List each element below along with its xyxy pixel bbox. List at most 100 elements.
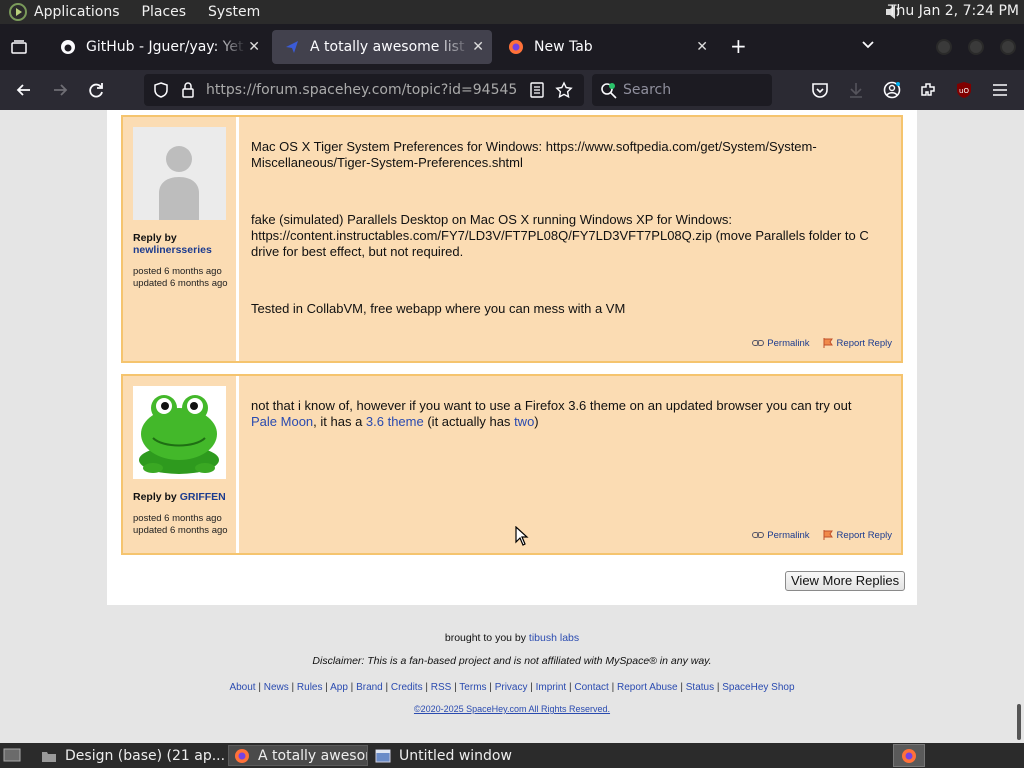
- bookmark-star-icon[interactable]: [555, 81, 573, 99]
- chevron-down-icon[interactable]: [861, 38, 875, 52]
- reply-timestamps: posted 6 months ago updated 6 months ago: [133, 513, 229, 536]
- extensions-icon[interactable]: [918, 80, 938, 100]
- download-icon[interactable]: [846, 80, 866, 100]
- tab-overview-icon[interactable]: [10, 38, 28, 56]
- tab-github[interactable]: GitHub - Jguer/yay: Yet another Yogurt ✕: [48, 30, 268, 64]
- permalink-link[interactable]: Permalink: [752, 529, 810, 541]
- menu-applications[interactable]: Applications: [34, 4, 120, 20]
- reply-text: not that i know of, however if you want …: [251, 398, 852, 413]
- shield-icon[interactable]: [152, 81, 170, 99]
- url-text[interactable]: https://forum.spacehey.com/topic?id=9454…: [206, 82, 516, 98]
- taskbar-item-untitled-window[interactable]: Untitled window: [370, 745, 530, 766]
- taskbar-item-label: A totally awesome li...: [258, 747, 367, 764]
- footer-link-shop[interactable]: SpaceHey Shop: [722, 682, 794, 693]
- reply-author-panel: Reply by newlinersseries posted 6 months…: [123, 117, 239, 361]
- show-desktop-icon[interactable]: [3, 747, 21, 763]
- menu-places[interactable]: Places: [142, 4, 187, 20]
- copyright: ©2020-2025 SpaceHey.com All Rights Reser…: [0, 704, 1024, 714]
- page-footer: brought to you by tibush labs Disclaimer…: [0, 632, 1024, 714]
- footer-link-brand[interactable]: Brand: [356, 682, 383, 693]
- spacehey-icon: [286, 41, 298, 53]
- footer-link-privacy[interactable]: Privacy: [495, 682, 528, 693]
- link-icon: [752, 340, 765, 346]
- report-reply-link[interactable]: Report Reply: [822, 337, 892, 349]
- reply-actions: Permalink Report Reply: [752, 337, 892, 349]
- posted-time: posted 6 months ago: [133, 513, 222, 524]
- search-icon: [601, 83, 617, 99]
- forward-icon[interactable]: [50, 80, 70, 100]
- tab-title: New Tab: [534, 39, 593, 55]
- window-icon: [375, 749, 391, 762]
- ublock-origin-icon[interactable]: uO: [954, 80, 974, 100]
- distro-logo-icon[interactable]: [9, 3, 27, 21]
- report-flag-icon: [823, 338, 833, 348]
- updated-time: updated 6 months ago: [133, 524, 228, 536]
- author-link[interactable]: newlinersseries: [133, 244, 212, 256]
- reply-by-label: Reply by: [133, 232, 177, 244]
- footer-link-rss[interactable]: RSS: [431, 682, 452, 693]
- new-tab-button[interactable]: +: [730, 36, 747, 56]
- hamburger-menu-icon[interactable]: [990, 80, 1010, 100]
- url-bar[interactable]: https://forum.spacehey.com/topic?id=9454…: [144, 74, 584, 106]
- reload-icon[interactable]: [86, 80, 106, 100]
- tibush-labs-link[interactable]: tibush labs: [529, 632, 579, 644]
- back-icon[interactable]: [14, 80, 34, 100]
- mouse-cursor-icon: [515, 526, 529, 546]
- disclaimer: Disclaimer: This is a fan-based project …: [312, 655, 712, 667]
- reply-paragraph: not that i know of, however if you want …: [251, 398, 881, 430]
- footer-link-imprint[interactable]: Imprint: [536, 682, 567, 693]
- minimize-window-button[interactable]: [936, 39, 952, 55]
- web-page-viewport[interactable]: Reply by newlinersseries posted 6 months…: [0, 110, 1024, 743]
- reply-text: (it actually has: [423, 414, 515, 429]
- firefox-icon: [509, 40, 523, 54]
- lock-icon[interactable]: [180, 81, 196, 99]
- footer-link-status[interactable]: Status: [686, 682, 714, 693]
- footer-link-report-abuse[interactable]: Report Abuse: [617, 682, 678, 693]
- replies-container: Reply by newlinersseries posted 6 months…: [107, 110, 917, 605]
- author-link[interactable]: GRIFFEN: [180, 491, 226, 503]
- footer-link-terms[interactable]: Terms: [459, 682, 486, 693]
- avatar[interactable]: [133, 127, 226, 220]
- footer-link-app[interactable]: App: [330, 682, 348, 693]
- footer-link-contact[interactable]: Contact: [574, 682, 608, 693]
- page-scrollbar[interactable]: [1017, 704, 1021, 740]
- taskbar-item-firefox[interactable]: A totally awesome li...: [228, 745, 368, 766]
- avatar[interactable]: [133, 386, 226, 479]
- tab-new-tab[interactable]: New Tab ✕: [496, 30, 716, 64]
- reply-text: ): [534, 414, 539, 429]
- pocket-icon[interactable]: [810, 80, 830, 100]
- credits-line: brought to you by tibush labs: [0, 632, 1024, 644]
- workspace-switcher[interactable]: [893, 744, 925, 767]
- menu-system[interactable]: System: [208, 4, 260, 20]
- pale-moon-link[interactable]: Pale Moon: [251, 414, 313, 429]
- system-top-panel: Applications Places System Thu Jan 2, 7:…: [0, 0, 1024, 24]
- report-flag-icon: [823, 530, 833, 540]
- view-more-replies-button[interactable]: View More Replies: [785, 571, 906, 591]
- close-tab-icon[interactable]: ✕: [472, 39, 484, 55]
- folder-icon: [42, 751, 56, 762]
- taskbar-item-file-manager[interactable]: Design (base) (21 ap...: [36, 745, 226, 766]
- reader-view-icon[interactable]: [530, 82, 544, 98]
- link-icon: [752, 532, 765, 538]
- clock[interactable]: Thu Jan 2, 7:24 PM: [888, 3, 1019, 19]
- footer-link-credits[interactable]: Credits: [391, 682, 423, 693]
- footer-link-news[interactable]: News: [264, 682, 289, 693]
- two-link[interactable]: two: [514, 414, 534, 429]
- reply-text: , it has a: [313, 414, 366, 429]
- tab-spacehey[interactable]: A totally awesome list of "old" ✕: [272, 30, 492, 64]
- account-icon[interactable]: [882, 80, 902, 100]
- footer-link-about[interactable]: About: [229, 682, 255, 693]
- close-tab-icon[interactable]: ✕: [696, 39, 708, 55]
- close-window-button[interactable]: [1000, 39, 1016, 55]
- search-box[interactable]: Search: [592, 74, 772, 106]
- footer-link-rules[interactable]: Rules: [297, 682, 323, 693]
- reply-author-panel: Reply by GRIFFEN posted 6 months ago upd…: [123, 376, 239, 553]
- report-reply-link[interactable]: Report Reply: [822, 529, 892, 541]
- theme-link[interactable]: 3.6 theme: [366, 414, 424, 429]
- report-reply-label: Report Reply: [836, 337, 892, 349]
- brought-text: brought to you by: [444, 632, 529, 644]
- copyright-link[interactable]: ©2020-2025 SpaceHey.com All Rights Reser…: [414, 704, 610, 714]
- close-tab-icon[interactable]: ✕: [248, 39, 260, 55]
- permalink-link[interactable]: Permalink: [752, 337, 810, 349]
- maximize-window-button[interactable]: [968, 39, 984, 55]
